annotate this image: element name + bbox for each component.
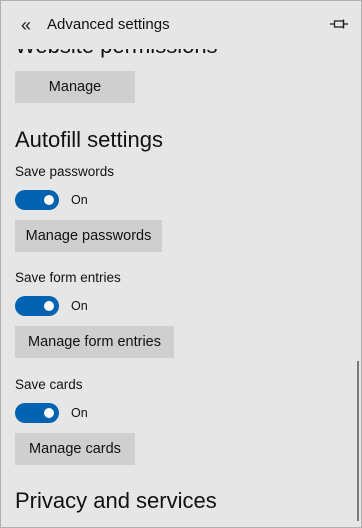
panel-title: Advanced settings bbox=[47, 16, 170, 33]
panel-header: « Advanced settings bbox=[1, 1, 361, 49]
save-passwords-state: On bbox=[71, 193, 88, 207]
save-form-entries-toggle[interactable] bbox=[15, 296, 59, 316]
back-chevrons-icon[interactable]: « bbox=[15, 13, 37, 37]
save-passwords-label: Save passwords bbox=[15, 164, 115, 179]
manage-permissions-button[interactable]: Manage bbox=[15, 71, 135, 103]
pin-glyph bbox=[330, 19, 348, 29]
save-cards-state: On bbox=[71, 406, 88, 420]
scrollbar-thumb[interactable] bbox=[357, 361, 359, 521]
pin-icon[interactable] bbox=[329, 15, 349, 35]
save-passwords-toggle[interactable] bbox=[15, 190, 59, 210]
toggle-knob bbox=[44, 195, 54, 205]
settings-scroll-area[interactable]: Website permissions Manage Autofill sett… bbox=[1, 1, 361, 527]
save-form-entries-state: On bbox=[71, 299, 88, 313]
autofill-settings-heading: Autofill settings bbox=[15, 127, 163, 152]
save-form-entries-label: Save form entries bbox=[15, 270, 121, 285]
toggle-knob bbox=[44, 301, 54, 311]
manage-form-entries-button[interactable]: Manage form entries bbox=[15, 326, 174, 358]
save-cards-toggle[interactable] bbox=[15, 403, 59, 423]
manage-passwords-button[interactable]: Manage passwords bbox=[15, 220, 162, 252]
manage-cards-button[interactable]: Manage cards bbox=[15, 433, 135, 465]
save-cards-label: Save cards bbox=[15, 377, 83, 392]
toggle-knob bbox=[44, 408, 54, 418]
privacy-services-heading: Privacy and services bbox=[15, 488, 217, 513]
advanced-settings-panel: Website permissions Manage Autofill sett… bbox=[0, 0, 362, 528]
